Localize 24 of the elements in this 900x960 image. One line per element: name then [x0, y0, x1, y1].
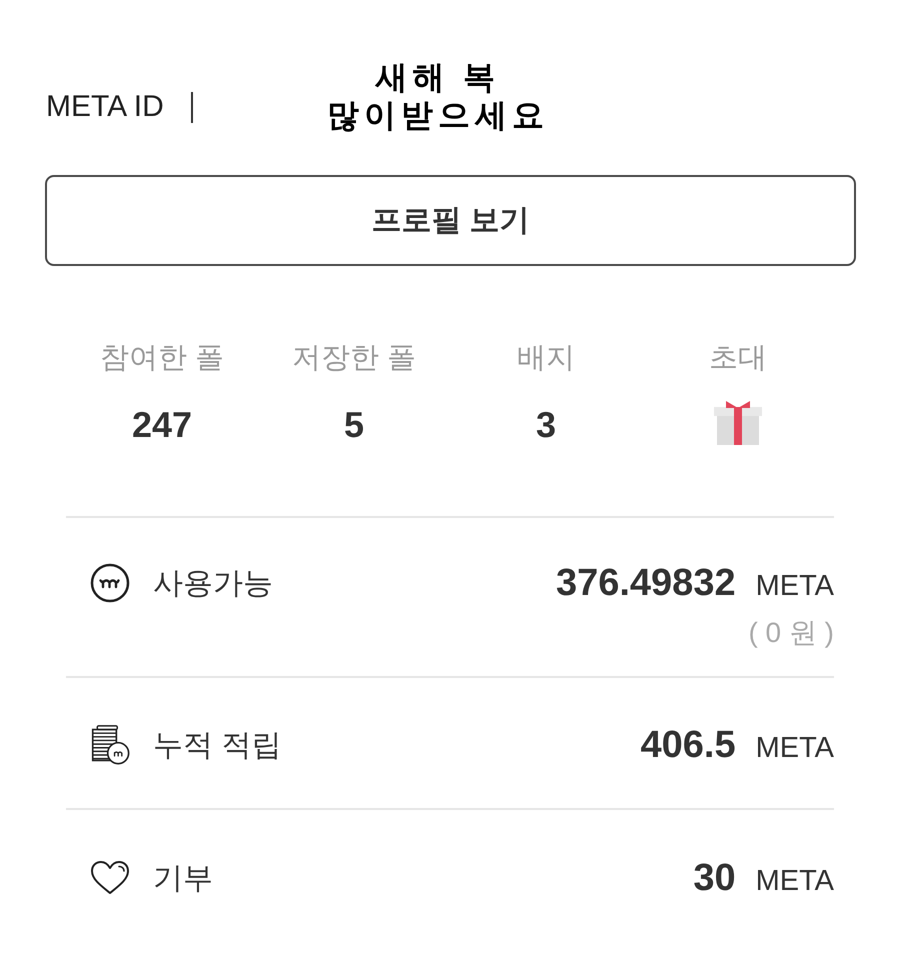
balance-label: 사용가능 — [153, 566, 273, 602]
stat-count: 5 — [344, 403, 364, 447]
currency-unit: META — [756, 570, 834, 602]
id-label: META ID — [46, 89, 164, 125]
balance-label: 기부 — [153, 860, 213, 896]
coin-stack-icon — [90, 723, 130, 767]
stat-label: 저장한 폴 — [292, 341, 416, 376]
coin-icon — [90, 563, 130, 603]
balance-amount: 376.49832 — [556, 562, 736, 604]
balance-amount: 406.5 — [640, 724, 736, 766]
currency-unit: META — [756, 864, 834, 898]
balance-amount: 30 — [693, 856, 736, 900]
stat-label: 초대 — [709, 341, 767, 376]
balance-label: 누적 적립 — [153, 728, 282, 764]
currency-unit: META — [756, 732, 834, 764]
won-value: ( 0 원 ) — [748, 616, 834, 650]
stat-count: 247 — [132, 403, 192, 447]
view-profile-button[interactable]: 프로필 보기 — [45, 175, 856, 266]
gift-icon[interactable] — [714, 400, 762, 446]
stat-label: 참여한 폴 — [100, 341, 224, 376]
handwritten-greeting: 새해 복 많이받으세요 — [326, 58, 549, 134]
stat-label: 배지 — [517, 341, 575, 376]
stat-count: 3 — [536, 403, 556, 447]
heart-icon — [90, 860, 130, 896]
